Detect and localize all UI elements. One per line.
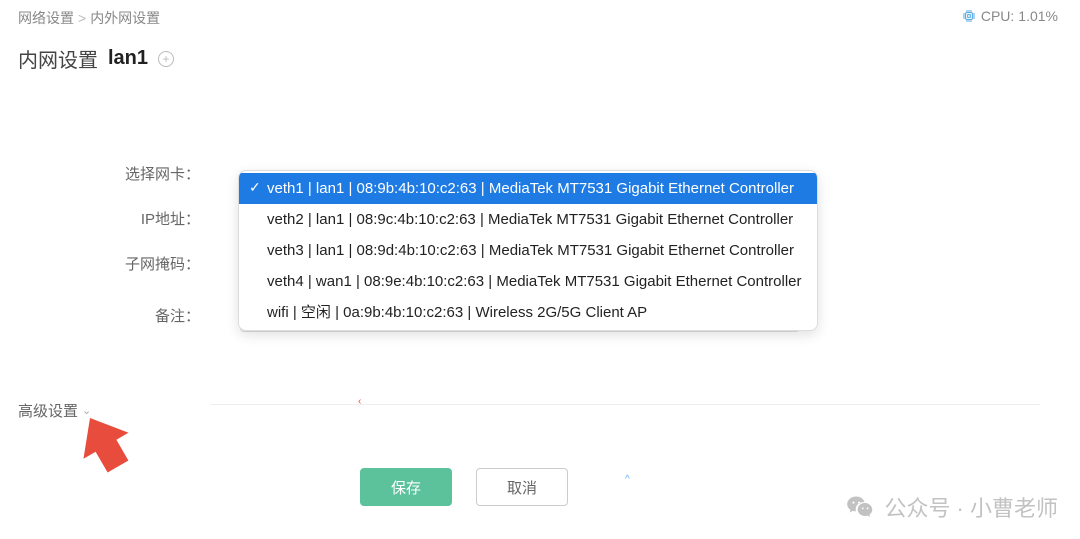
page-header: 内网设置 lan1 + [0,36,1080,91]
nic-option[interactable]: veth2 | lan1 | 08:9c:4b:10:c2:63 | Media… [239,204,817,235]
breadcrumb-separator: > [78,10,86,26]
annotation-mark: ^ [625,474,630,485]
nic-row: 选择网卡： veth1 | lan1 | 08:9b:4b:10:c2:63 |… [0,151,1080,196]
chevron-down-icon: ⌄ [82,404,91,417]
ip-label: IP地址： [0,208,240,229]
cpu-chip-icon [961,8,977,24]
breadcrumb-parent[interactable]: 网络设置 [18,8,74,28]
interface-name: lan1 [108,47,148,70]
annotation-mark: ‹ [358,396,361,407]
note-label: 备注： [0,305,240,326]
divider [210,404,1040,405]
cancel-button[interactable]: 取消 [476,468,568,506]
lan-settings-form: 选择网卡： veth1 | lan1 | 08:9b:4b:10:c2:63 |… [0,91,1080,344]
cpu-value: 1.01% [1018,8,1058,24]
watermark: 公众号 · 小曹老师 [846,491,1058,523]
cpu-label: CPU: [981,8,1014,24]
form-actions: 保存 取消 [360,468,568,506]
nic-option[interactable]: veth3 | lan1 | 08:9d:4b:10:c2:63 | Media… [239,235,817,266]
nic-label: 选择网卡： [0,163,240,184]
breadcrumb: 网络设置 > 内外网设置 [0,0,1080,36]
nic-dropdown[interactable]: veth1 | lan1 | 08:9b:4b:10:c2:63 | Media… [238,170,818,331]
watermark-text: 公众号 · 小曹老师 [884,491,1058,523]
advanced-label: 高级设置 [18,400,78,421]
wechat-icon [846,493,874,521]
nic-option[interactable]: veth4 | wan1 | 08:9e:4b:10:c2:63 | Media… [239,266,817,297]
page-title: 内网设置 [18,44,98,73]
breadcrumb-current: 内外网设置 [90,8,160,28]
nic-option[interactable]: veth1 | lan1 | 08:9b:4b:10:c2:63 | Media… [239,173,817,204]
advanced-settings-toggle[interactable]: 高级设置 ⌄ [18,400,91,421]
mask-label: 子网掩码： [0,253,240,274]
cpu-status: CPU: 1.01% [961,8,1058,24]
save-button[interactable]: 保存 [360,468,452,506]
nic-option[interactable]: wifi | 空闲 | 0a:9b:4b:10:c2:63 | Wireless… [239,297,817,328]
add-interface-button[interactable]: + [158,51,174,67]
annotation-arrow-red [75,414,135,474]
